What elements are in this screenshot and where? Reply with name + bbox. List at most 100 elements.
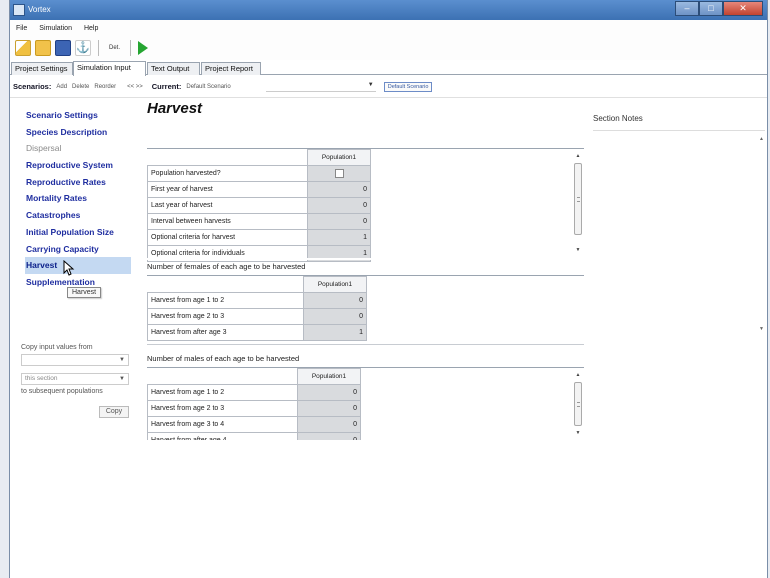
nav-item-species-description[interactable]: Species Description <box>25 124 131 141</box>
tab-strip: Project Settings Simulation Input Text O… <box>10 61 767 76</box>
males-grid: Population1 Harvest from age 1 to 2 0 Ha… <box>147 367 584 450</box>
males-table: Population1 Harvest from age 1 to 2 0 Ha… <box>147 368 361 449</box>
menu-file[interactable]: File <box>16 25 27 32</box>
value-cell[interactable]: 0 <box>297 400 361 417</box>
value-cell[interactable]: 0 <box>297 416 361 433</box>
current-scenario-value: Default Scenario <box>186 83 231 90</box>
tab-text-output[interactable]: Text Output <box>147 62 200 75</box>
scroll-down-icon[interactable]: ▼ <box>572 428 584 438</box>
title-bar: Vortex – □ ✕ <box>10 0 767 20</box>
copy-panel: Copy input values from ▼ this section ▼ … <box>21 344 129 418</box>
section-notes-label: Section Notes <box>593 114 643 123</box>
column-header: Population1 <box>297 368 361 385</box>
scroll-up-icon[interactable]: ▲ <box>572 370 584 380</box>
copy-scope-value: this section <box>25 375 58 382</box>
table-row: Harvest from age 2 to 3 0 <box>147 308 367 325</box>
column-header: Population1 <box>307 149 371 166</box>
toolbar-separator <box>130 40 132 56</box>
copy-button[interactable]: Copy <box>99 406 129 418</box>
value-cell[interactable]: 0 <box>297 384 361 401</box>
menu-simulation[interactable]: Simulation <box>39 25 72 32</box>
toolbar-separator <box>98 40 99 56</box>
value-cell[interactable]: 0 <box>303 292 367 309</box>
scenarios-label: Scenarios: <box>13 82 52 91</box>
row-label: Population harvested? <box>147 165 308 182</box>
row-label: Harvest from age 1 to 2 <box>147 292 304 309</box>
scroll-thumb[interactable] <box>574 163 582 235</box>
app-icon <box>13 4 25 16</box>
females-table: Population1 Harvest from age 1 to 2 0 Ha… <box>147 276 367 341</box>
value-cell[interactable]: 0 <box>307 197 371 214</box>
value-cell[interactable]: 0 <box>303 308 367 325</box>
new-project-icon[interactable] <box>15 40 31 56</box>
nav-item-dispersal: Dispersal <box>26 143 62 154</box>
chevron-down-icon: ▼ <box>119 357 125 363</box>
value-cell[interactable]: 0 <box>307 181 371 198</box>
table-row: Last year of harvest 0 <box>147 197 371 214</box>
nav-item-reproductive-rates[interactable]: Reproductive Rates <box>25 174 131 191</box>
row-label: Harvest from after age 3 <box>147 324 304 341</box>
tab-simulation-input[interactable]: Simulation Input <box>73 61 146 76</box>
page-title: Harvest <box>147 100 203 117</box>
tooltip: Harvest <box>67 287 102 298</box>
table-row: Harvest from age 2 to 3 0 <box>147 400 361 417</box>
nav-item-carrying-capacity[interactable]: Carrying Capacity <box>25 241 131 258</box>
tab-project-report[interactable]: Project Report <box>201 62 261 75</box>
population-harvested-cell[interactable] <box>307 165 371 182</box>
close-icon[interactable]: ✕ <box>723 1 763 16</box>
row-label: Harvest from age 2 to 3 <box>147 400 298 417</box>
reorder-scenario-button[interactable]: Reorder <box>94 84 116 90</box>
mouse-cursor-icon <box>63 260 75 276</box>
nav-item-reproductive-system[interactable]: Reproductive System <box>25 157 131 174</box>
section-nav: Scenario Settings Species Description Di… <box>25 107 131 291</box>
harvest-settings-table: Population1 Population harvested? First … <box>147 149 371 262</box>
scenario-nav-arrows[interactable]: << >> <box>127 84 143 90</box>
column-header: Population1 <box>303 276 367 293</box>
grid-scrollbar[interactable]: ▲ ▼ <box>572 368 584 440</box>
scenario-bar: Scenarios: Add Delete Reorder << >> Curr… <box>10 76 767 98</box>
delete-scenario-button[interactable]: Delete <box>72 84 89 90</box>
scroll-down-icon[interactable]: ▼ <box>572 245 584 255</box>
chevron-down-icon: ▼ <box>119 376 125 382</box>
open-folder-icon[interactable] <box>35 40 51 56</box>
nav-item-scenario-settings[interactable]: Scenario Settings <box>25 107 131 124</box>
nav-item-mortality-rates[interactable]: Mortality Rates <box>25 190 131 207</box>
row-label: Harvest from age 2 to 3 <box>147 308 304 325</box>
section-notes-textarea[interactable] <box>593 130 765 570</box>
current-label: Current: <box>151 82 182 91</box>
menu-help[interactable]: Help <box>84 25 98 32</box>
minimize-icon[interactable]: – <box>675 1 699 16</box>
population-harvested-checkbox[interactable] <box>334 169 344 178</box>
copy-scope-select[interactable]: this section ▼ <box>21 373 129 385</box>
nav-item-initial-population-size[interactable]: Initial Population Size <box>25 224 131 241</box>
value-cell[interactable]: 1 <box>307 229 371 246</box>
scroll-up-icon[interactable]: ▲ <box>572 151 584 161</box>
table-row: Optional criteria for harvest 1 <box>147 229 371 246</box>
table-row: Interval between harvests 0 <box>147 213 371 230</box>
maximize-icon[interactable]: □ <box>699 1 723 16</box>
females-section-label: Number of females of each age to be harv… <box>147 262 306 271</box>
window-controls: – □ ✕ <box>675 1 763 17</box>
menu-bar: File Simulation Help <box>10 20 767 36</box>
default-scenario-button[interactable]: Default Scenario <box>383 81 433 92</box>
scroll-down-icon[interactable]: ▼ <box>759 326 764 332</box>
copy-from-label: Copy input values from <box>21 344 93 351</box>
run-icon[interactable] <box>138 41 149 55</box>
deterministic-button[interactable]: Det. <box>106 43 123 53</box>
grid-scrollbar[interactable]: ▲ ▼ <box>572 149 584 258</box>
scroll-up-icon[interactable]: ▲ <box>759 136 764 142</box>
anchor-icon[interactable]: ⚓ <box>75 40 91 56</box>
value-cell[interactable]: 1 <box>303 324 367 341</box>
row-label: Harvest from age 3 to 4 <box>147 416 298 433</box>
copy-source-select[interactable]: ▼ <box>21 354 129 366</box>
scenario-select[interactable]: ▼ <box>265 81 376 92</box>
table-row: Harvest from age 3 to 4 0 <box>147 416 361 433</box>
table-row: Harvest from age 1 to 2 0 <box>147 384 361 401</box>
tab-project-settings[interactable]: Project Settings <box>11 62 73 75</box>
add-scenario-button[interactable]: Add <box>56 84 67 90</box>
scroll-thumb[interactable] <box>574 382 582 426</box>
nav-item-harvest[interactable]: Harvest <box>25 257 131 274</box>
value-cell[interactable]: 0 <box>307 213 371 230</box>
nav-item-catastrophes[interactable]: Catastrophes <box>25 207 131 224</box>
save-icon[interactable] <box>55 40 71 56</box>
